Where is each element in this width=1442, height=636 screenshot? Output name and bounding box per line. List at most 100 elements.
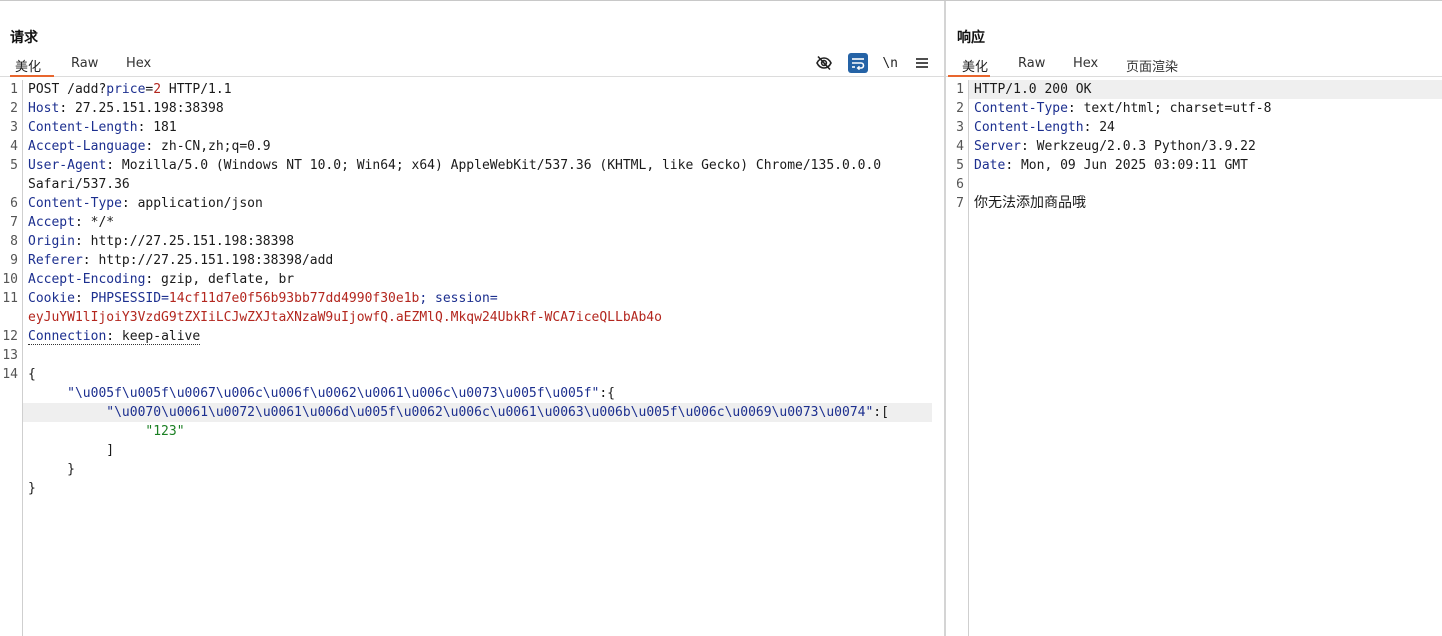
line-number: 7 <box>956 196 964 211</box>
line-number: 11 <box>2 291 18 306</box>
response-code: HTTP/1.0 200 OK Content-Type: text/html;… <box>969 80 1442 636</box>
cookie-sep: ; <box>419 291 436 306</box>
query-param-value: 2 <box>153 82 162 97</box>
line-number: 1 <box>10 82 18 97</box>
header-key: Cookie <box>28 291 75 306</box>
json-line: "\u005f\u005f\u0067\u006c\u006f\u0062\u0… <box>28 384 932 403</box>
header-line: Accept-Encoding: gzip, deflate, br <box>28 270 932 289</box>
header-key: Host <box>28 101 60 116</box>
line-number: 1 <box>956 82 964 97</box>
cookie-eq: = <box>489 291 498 306</box>
header-value: : keep-alive <box>106 329 201 344</box>
line-number: 13 <box>2 348 18 363</box>
menu-icon[interactable] <box>912 53 932 73</box>
header-key: Content-Length <box>974 120 1084 135</box>
json-punct: :{ <box>599 386 616 401</box>
line-number: 6 <box>956 177 964 192</box>
tab-hex[interactable]: Hex <box>1073 56 1098 77</box>
header-value: : */* <box>74 215 115 230</box>
json-line: } <box>28 462 75 477</box>
request-method-path: POST /add? <box>28 82 107 97</box>
cookie-line: Cookie: PHPSESSID=14cf11d7e0f56b93bb77dd… <box>28 289 932 308</box>
http-version: HTTP/1.1 <box>161 82 232 97</box>
cookie-value: 14cf11d7e0f56b93bb77dd4990f30e1b <box>168 291 420 306</box>
json-line: } <box>28 481 36 496</box>
header-line: User-Agent: Mozilla/5.0 (Windows NT 10.0… <box>28 156 932 175</box>
json-key: "\u005f\u005f\u0067\u006c\u006f\u0062\u0… <box>67 386 600 401</box>
line-number: 7 <box>10 215 18 230</box>
header-line: Host: 27.25.151.198:38398 <box>28 99 932 118</box>
cookie-name: session <box>435 291 490 306</box>
request-line: POST /add?price=2 HTTP/1.1 <box>28 80 932 99</box>
response-gutter: 1 2 3 4 5 6 7 <box>946 80 969 636</box>
header-key: Accept-Encoding <box>28 272 146 287</box>
line-number: 8 <box>10 234 18 249</box>
header-line: Accept-Language: zh-CN,zh;q=0.9 <box>28 137 932 156</box>
line-number: 14 <box>2 367 18 382</box>
json-string-value: "123" <box>145 424 185 439</box>
line-number: 3 <box>956 120 964 135</box>
json-line: ] <box>28 443 115 458</box>
newline-toggle[interactable]: \n <box>882 56 898 71</box>
line-number: 10 <box>2 272 18 287</box>
response-editor[interactable]: 1 2 3 4 5 6 7 HTTP/1.0 200 OK Content-Ty… <box>946 80 1442 636</box>
request-title: 请求 <box>10 30 38 46</box>
header-value: : http://27.25.151.198:38398/add <box>82 253 334 268</box>
header-value: : 181 <box>137 120 177 135</box>
tab-pretty[interactable]: 美化 <box>10 56 54 77</box>
tab-hex[interactable]: Hex <box>126 56 151 77</box>
request-pane: 请求 美化 Raw Hex \n 1 2 3 4 5 6 7 8 9 10 11 <box>0 1 944 636</box>
request-toolbar: \n <box>814 53 932 73</box>
wrap-icon[interactable] <box>848 53 869 73</box>
header-line: Accept: */* <box>28 213 932 232</box>
header-value: : application/json <box>121 196 263 211</box>
line-number: 12 <box>2 329 18 344</box>
line-number: 9 <box>10 253 18 268</box>
line-number: 5 <box>956 158 964 173</box>
header-key: Content-Type <box>28 196 122 211</box>
header-value: : Werkzeug/2.0.3 Python/3.9.22 <box>1020 139 1256 154</box>
request-code: POST /add?price=2 HTTP/1.1 Host: 27.25.1… <box>23 80 932 636</box>
tab-raw[interactable]: Raw <box>1018 56 1045 77</box>
line-number: 4 <box>956 139 964 154</box>
json-line-highlighted: "\u0070\u0061\u0072\u0061\u006d\u005f\u0… <box>23 403 932 422</box>
header-line: Date: Mon, 09 Jun 2025 03:09:11 GMT <box>974 156 1442 175</box>
header-key: Referer <box>28 253 83 268</box>
line-number: 2 <box>956 101 964 116</box>
status-line: HTTP/1.0 200 OK <box>969 80 1442 99</box>
line-number: 4 <box>10 139 18 154</box>
header-key: Origin <box>28 234 75 249</box>
header-value: : Mozilla/5.0 (Windows NT 10.0; Win64; x… <box>106 158 882 173</box>
response-pane: 响应 美化 Raw Hex 页面渲染 1 2 3 4 5 6 7 HTTP/1.… <box>946 1 1442 636</box>
header-line: Content-Type: application/json <box>28 194 932 213</box>
tab-raw[interactable]: Raw <box>71 56 98 77</box>
header-key: Date <box>974 158 1006 173</box>
header-value: : http://27.25.151.198:38398 <box>74 234 295 249</box>
json-key: "\u0070\u0061\u0072\u0061\u006d\u005f\u0… <box>106 405 874 420</box>
request-editor[interactable]: 1 2 3 4 5 6 7 8 9 10 11 12 13 14 POST /a… <box>0 80 944 636</box>
header-line: Connection: keep-alive <box>28 327 932 346</box>
header-line: Server: Werkzeug/2.0.3 Python/3.9.22 <box>974 137 1442 156</box>
eye-off-icon[interactable] <box>814 53 834 73</box>
line-number: 5 <box>10 158 18 173</box>
line-number: 6 <box>10 196 18 211</box>
header-key: Accept-Language <box>28 139 146 154</box>
tab-render[interactable]: 页面渲染 <box>1126 56 1178 77</box>
header-line: Origin: http://27.25.151.198:38398 <box>28 232 932 251</box>
header-line: Content-Length: 181 <box>28 118 932 137</box>
header-value: : text/html; charset=utf-8 <box>1067 101 1272 116</box>
response-tabs: 美化 Raw Hex 页面渲染 <box>946 53 1442 77</box>
line-number: 2 <box>10 101 18 116</box>
header-value: : gzip, deflate, br <box>145 272 295 287</box>
header-line: Content-Length: 24 <box>974 118 1442 137</box>
tab-pretty[interactable]: 美化 <box>948 56 990 77</box>
json-punct: :[ <box>873 405 889 420</box>
header-value: : 24 <box>1083 120 1115 135</box>
header-value: : Mon, 09 Jun 2025 03:09:11 GMT <box>1005 158 1248 173</box>
json-line: "123" <box>28 422 932 441</box>
json-line: { <box>28 367 36 382</box>
request-tabs: 美化 Raw Hex <box>0 53 944 77</box>
